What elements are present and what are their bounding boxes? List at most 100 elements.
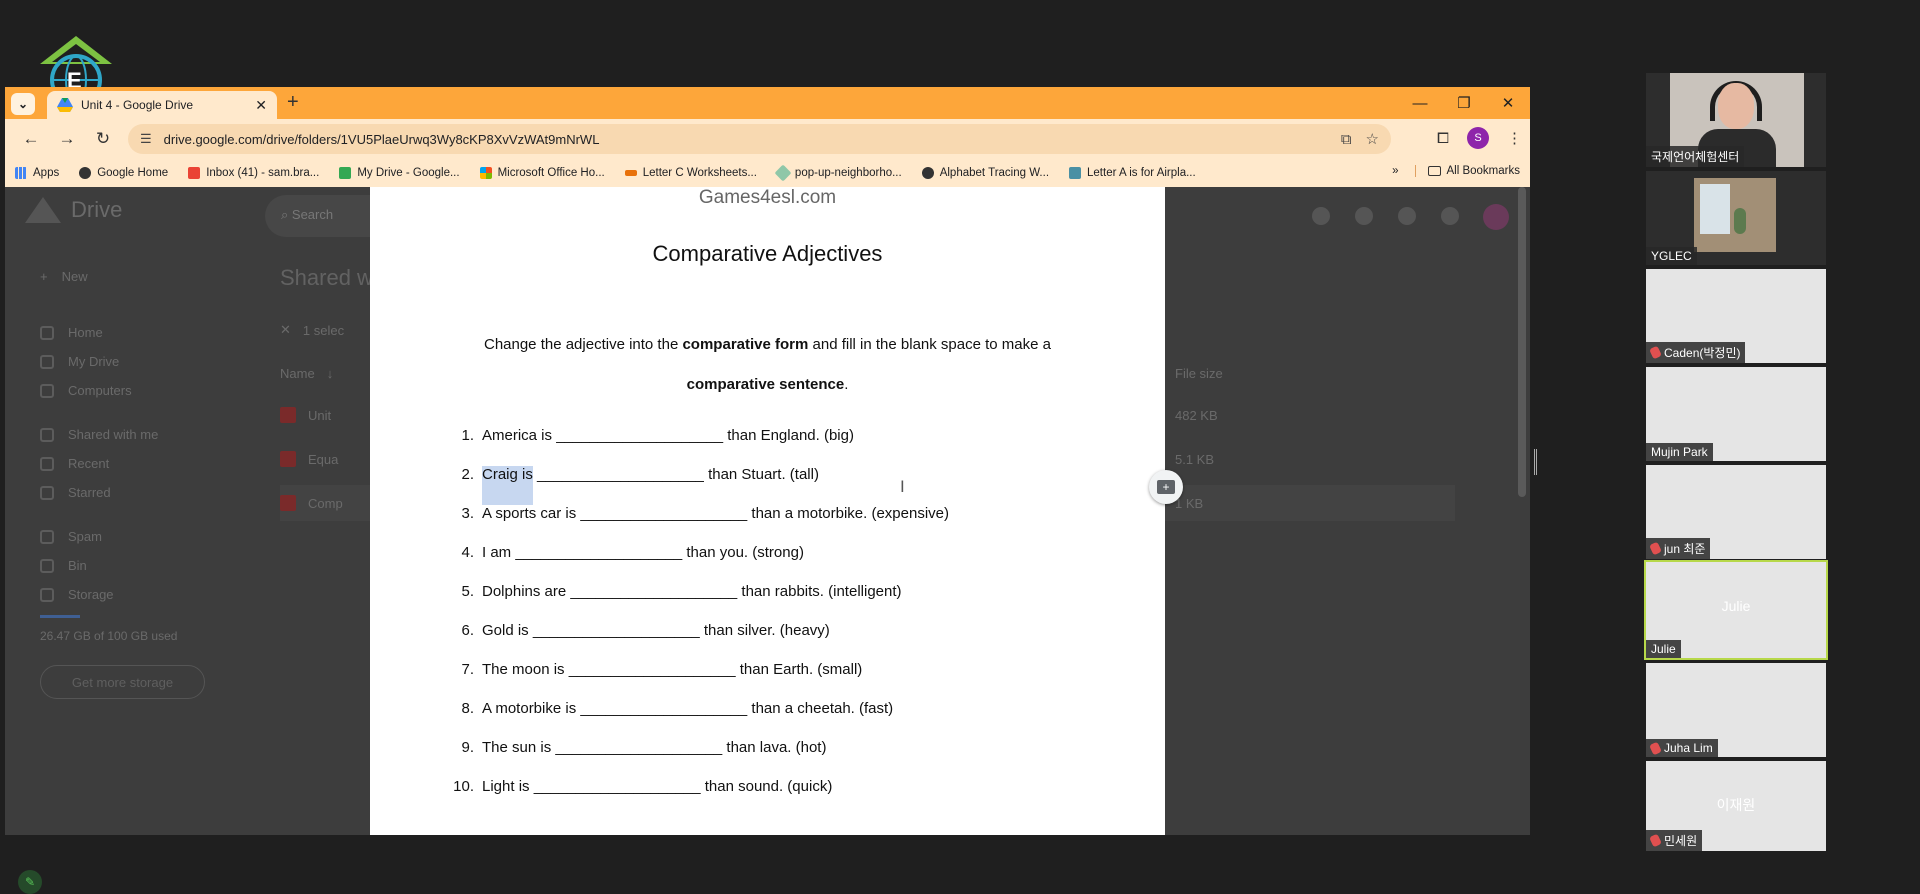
sidebar-item-recent[interactable]: Recent — [40, 456, 109, 471]
file-size-column-header[interactable]: File size — [1175, 366, 1223, 381]
resize-handle[interactable] — [1534, 449, 1537, 475]
browser-window: ⌄ Unit 4 - Google Drive ✕ + — ❐ ✕ ← → ↻ … — [5, 87, 1530, 835]
bookmark-label: Apps — [33, 167, 60, 179]
sidebar-item-my-drive[interactable]: My Drive — [40, 354, 119, 369]
help-icon[interactable] — [1355, 207, 1373, 225]
google-apps-icon[interactable] — [1441, 207, 1459, 225]
bookmark-apps[interactable]: Apps — [15, 167, 59, 179]
sidebar-item-storage[interactable]: Storage — [40, 587, 114, 602]
bookmark-label: Letter C Worksheets... — [642, 167, 757, 179]
offline-icon[interactable] — [1312, 207, 1330, 225]
answer-blank: ____________________ — [570, 583, 738, 600]
question-number: 5. — [461, 583, 474, 600]
computer-icon — [40, 383, 54, 398]
participant-tile[interactable]: 국제언어체험센터 — [1646, 73, 1826, 167]
sidebar-item-computers[interactable]: Computers — [40, 383, 132, 398]
restore-icon[interactable]: ❐ — [1442, 87, 1486, 119]
muted-mic-icon — [1649, 345, 1662, 360]
clear-selection-icon[interactable]: ✕ — [280, 322, 291, 338]
extensions-icon[interactable]: ⧠ — [1437, 130, 1449, 147]
participant-tile[interactable]: Mujin Park — [1646, 367, 1826, 461]
list-item: 9. The sun is ____________________ than l… — [448, 739, 949, 778]
bookmark-letter-a[interactable]: Letter A is for Airpla... — [1069, 167, 1196, 179]
participant-name: 민세원 — [1664, 834, 1698, 848]
bookmark-alphabet-tracing[interactable]: Alphabet Tracing W... — [921, 167, 1050, 179]
install-app-icon[interactable]: ⧉ — [1341, 131, 1352, 148]
minimize-icon[interactable]: — — [1398, 87, 1442, 119]
bookmark-pop-up[interactable]: pop-up-neighborho... — [774, 164, 902, 182]
answer-blank: ____________________ — [537, 466, 704, 483]
sort-arrow-icon[interactable]: ↓ — [327, 366, 334, 381]
get-storage-button[interactable]: Get more storage — [40, 665, 205, 699]
profile-avatar[interactable]: S — [1467, 127, 1489, 149]
new-button[interactable]: + New — [40, 269, 88, 284]
tab-title: Unit 4 - Google Drive — [81, 98, 194, 112]
question-text: A sports car is — [482, 505, 577, 522]
question-text: than a cheetah. (fast) — [751, 700, 894, 717]
bookmark-office[interactable]: Microsoft Office Ho... — [479, 167, 605, 179]
back-icon[interactable]: ← — [13, 129, 49, 149]
file-size: 1 KB — [1175, 495, 1204, 511]
sidebar-item-label: Computers — [68, 383, 132, 398]
close-tab-icon[interactable]: ✕ — [249, 97, 267, 114]
annotate-pencil-icon[interactable]: ✎ — [18, 870, 42, 894]
sidebar-item-home[interactable]: Home — [40, 325, 103, 340]
question-text: than England. (big) — [727, 427, 854, 444]
reload-icon[interactable]: ↻ — [85, 129, 121, 149]
bookmark-star-icon[interactable]: ☆ — [1366, 130, 1379, 148]
sidebar-item-label: My Drive — [68, 354, 120, 369]
selected-count: 1 selec — [302, 322, 345, 338]
bookmark-letter-c[interactable]: Letter C Worksheets... — [624, 167, 757, 179]
add-comment-button[interactable]: + — [1149, 470, 1183, 504]
address-bar[interactable]: ☰ drive.google.com/drive/folders/1VU5Pla… — [128, 124, 1391, 154]
office-icon — [479, 167, 492, 179]
bookmark-my-drive[interactable]: My Drive - Google... — [339, 167, 460, 179]
tab-drive[interactable]: Unit 4 - Google Drive ✕ — [47, 91, 277, 119]
sidebar-item-starred[interactable]: Starred — [40, 485, 111, 500]
settings-icon[interactable] — [1398, 207, 1416, 225]
question-number: 7. — [461, 661, 474, 678]
question-text: Dolphins are — [482, 583, 567, 600]
question-number: 9. — [461, 739, 474, 756]
participant-tile[interactable]: jun 최준 — [1646, 465, 1826, 559]
sidebar-item-shared[interactable]: Shared with me — [40, 427, 158, 442]
sidebar-item-spam[interactable]: Spam — [40, 529, 102, 544]
forward-icon[interactable]: → — [49, 129, 85, 149]
question-text: than sound. (quick) — [704, 778, 833, 795]
participant-tile[interactable]: Caden(박정민) — [1646, 269, 1826, 363]
question-text: than Stuart. (tall) — [708, 466, 819, 483]
question-text: than lava. (hot) — [726, 739, 827, 756]
drive-icon — [339, 167, 352, 179]
new-tab-icon[interactable]: + — [287, 91, 299, 114]
participant-center-name: 이재원 — [1716, 797, 1756, 814]
globe-icon — [921, 167, 934, 179]
sidebar-item-label: Starred — [68, 485, 111, 500]
selected-text[interactable]: Craig is — [482, 466, 533, 505]
participant-tile[interactable]: 이재원 민세원 — [1646, 761, 1826, 851]
all-bookmarks[interactable]: All Bookmarks — [1414, 165, 1520, 177]
muted-mic-icon — [1649, 741, 1662, 755]
account-avatar[interactable] — [1483, 204, 1509, 230]
more-bookmarks-icon[interactable]: » — [1392, 165, 1398, 177]
text-cursor-icon: I — [900, 477, 905, 496]
sidebar-item-label: Spam — [68, 529, 102, 544]
bookmark-label: Alphabet Tracing W... — [939, 167, 1050, 179]
bookmark-inbox[interactable]: Inbox (41) - sam.bra... — [188, 167, 319, 179]
participant-tile[interactable]: Juha Lim — [1646, 663, 1826, 757]
participant-tile-active-speaker[interactable]: Julie Julie — [1644, 560, 1828, 660]
scrollbar[interactable] — [1518, 187, 1526, 497]
list-item: 8. A motorbike is ____________________ th… — [448, 700, 949, 739]
url-text[interactable]: drive.google.com/drive/folders/1VU5PlaeU… — [164, 132, 1327, 147]
bookmark-google-home[interactable]: Google Home — [79, 167, 168, 179]
drive-logo[interactable]: Drive — [25, 197, 122, 223]
site-info-icon[interactable]: ☰ — [140, 131, 152, 147]
name-column-header[interactable]: Name — [280, 366, 315, 381]
close-window-icon[interactable]: ✕ — [1486, 87, 1530, 119]
menu-kebab-icon[interactable]: ⋮ — [1507, 129, 1522, 147]
drive-logo-text: Drive — [71, 197, 123, 222]
pdf-icon — [280, 451, 296, 467]
sidebar-item-label: Home — [68, 325, 103, 340]
sidebar-item-bin[interactable]: Bin — [40, 558, 87, 573]
tab-search-button[interactable]: ⌄ — [11, 93, 35, 115]
participant-tile[interactable]: YGLEC — [1646, 171, 1826, 265]
